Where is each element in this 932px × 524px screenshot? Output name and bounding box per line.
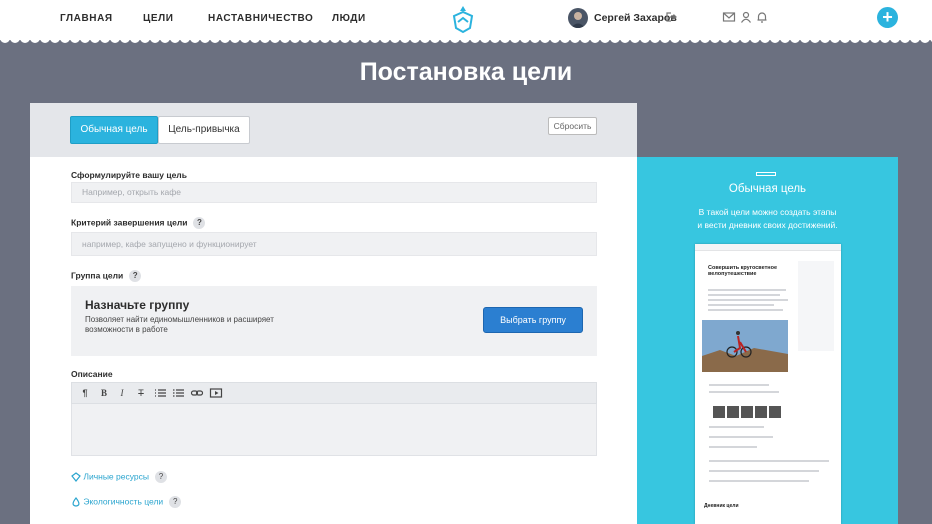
paragraph-icon[interactable]: ¶ — [78, 387, 92, 399]
video-icon[interactable] — [209, 387, 223, 399]
personal-resources-link[interactable]: Личные ресурсы? — [71, 471, 167, 483]
italic-icon[interactable]: I — [115, 387, 129, 399]
personal-resources-text[interactable]: Личные ресурсы — [83, 471, 149, 481]
goal-label: Сформулируйте вашу цель — [71, 170, 187, 180]
group-label: Группа цели? — [71, 270, 142, 282]
tab-habit-goal[interactable]: Цель-привычка — [158, 116, 250, 144]
add-goal-button[interactable]: + — [877, 7, 898, 28]
mail-icon[interactable] — [722, 10, 736, 24]
group-label-text: Группа цели — [71, 270, 124, 281]
group-box-desc: Позволяет найти единомышленников и расши… — [85, 315, 274, 334]
preview-text-line — [709, 426, 764, 428]
preview-text-line — [709, 480, 809, 482]
strikethrough-icon[interactable]: T — [134, 387, 148, 399]
description-editor[interactable] — [71, 404, 597, 456]
eco-link[interactable]: Экологичность цели? — [71, 496, 182, 508]
criteria-label: Критерий завершения цели? — [71, 217, 206, 229]
bullet-list-icon[interactable] — [153, 387, 167, 399]
bold-icon[interactable]: B — [97, 387, 111, 399]
preview-text-line — [709, 460, 829, 462]
criteria-label-text: Критерий завершения цели — [71, 217, 188, 228]
preview-thumb — [755, 406, 767, 418]
reset-button[interactable]: Сбросить — [548, 117, 597, 135]
goal-type-header: Обычная цель Цель-привычка Сбросить — [30, 103, 637, 157]
preview-text-line — [708, 294, 780, 296]
preview-text-line — [708, 299, 788, 301]
help-icon[interactable]: ? — [193, 217, 206, 229]
criteria-input[interactable]: например, кафе запущено и функционирует — [71, 232, 597, 256]
nav-home[interactable]: ГЛАВНАЯ — [60, 13, 113, 24]
preview-text-line — [708, 309, 783, 311]
promo-desc-line-2: и вести дневник своих достижений. — [697, 220, 838, 230]
promo-desc: В такой цели можно создать этапы и вести… — [667, 206, 868, 232]
preview-diary-title: Дневник цели — [704, 503, 739, 509]
tab-regular-goal[interactable]: Обычная цель — [70, 116, 158, 144]
bell-icon[interactable] — [755, 10, 769, 24]
top-navbar: ГЛАВНАЯ ЦЕЛИ НАСТАВНИЧЕСТВО ЛЮДИ Сергей … — [0, 0, 932, 40]
description-label: Описание — [71, 369, 113, 379]
avatar[interactable] — [568, 8, 588, 28]
numbered-list-icon[interactable] — [171, 387, 185, 399]
editor-toolbar: ¶ B I T — [71, 382, 597, 404]
header-divider — [0, 38, 932, 46]
promo-title: Обычная цель — [728, 183, 807, 195]
logout-icon[interactable] — [664, 10, 678, 24]
help-icon[interactable]: ? — [129, 270, 142, 282]
nav-goals[interactable]: ЦЕЛИ — [143, 13, 174, 24]
preview-topbar — [695, 244, 841, 251]
preview-sidebar — [798, 261, 834, 351]
link-icon[interactable] — [190, 387, 204, 399]
preview-text-line — [708, 289, 786, 291]
logo-icon[interactable] — [450, 4, 476, 34]
preview-text-line — [709, 436, 773, 438]
preview-text-line — [709, 470, 819, 472]
eco-text[interactable]: Экологичность цели — [83, 496, 163, 506]
preview-text-line — [709, 391, 779, 393]
goal-form-panel: Обычная цель Цель-привычка Сбросить Сфор… — [30, 103, 637, 524]
promo-desc-line-1: В такой цели можно создать этапы — [698, 207, 837, 217]
preview-photo — [702, 320, 788, 372]
preview-thumb — [769, 406, 781, 418]
profile-icon[interactable] — [739, 10, 753, 24]
diamond-icon — [71, 472, 81, 482]
preview-text-line — [709, 446, 757, 448]
choose-group-button[interactable]: Выбрать группу — [483, 307, 583, 333]
help-icon[interactable]: ? — [169, 496, 182, 508]
group-box-title: Назначьте группу — [85, 298, 190, 312]
preview-thumb — [713, 406, 725, 418]
page-title: Постановка цели — [359, 58, 573, 86]
preview-thumb — [727, 406, 739, 418]
help-icon[interactable]: ? — [154, 471, 167, 483]
preview-text-line — [708, 304, 774, 306]
nav-mentoring[interactable]: НАСТАВНИЧЕСТВО — [208, 13, 313, 24]
goal-input[interactable]: Например, открыть кафе — [71, 182, 597, 203]
preview-goal-title: Совершить кругосветное велопутешествие — [708, 265, 778, 277]
group-assign-box: Назначьте группу Позволяет найти единомы… — [71, 286, 597, 356]
drop-icon — [72, 497, 80, 507]
nav-people[interactable]: ЛЮДИ — [332, 13, 366, 24]
preview-thumb — [741, 406, 753, 418]
goal-page-preview: Совершить кругосветное велопутешествие Д… — [695, 244, 841, 524]
promo-dash — [756, 172, 776, 176]
preview-text-line — [709, 384, 769, 386]
